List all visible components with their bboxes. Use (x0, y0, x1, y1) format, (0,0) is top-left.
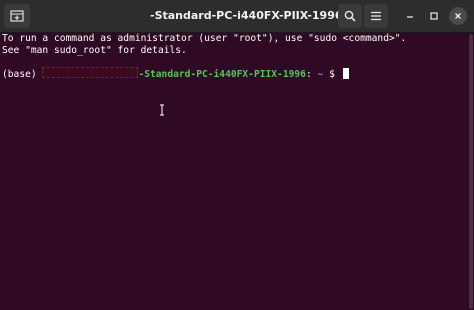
hamburger-menu-icon (371, 11, 381, 21)
text-cursor (342, 68, 349, 79)
text-cursor-icon (160, 104, 164, 116)
prompt-path: ~ (311, 69, 324, 80)
close-icon (455, 13, 461, 19)
terminal-line: See "man sudo_root" for details. (2, 45, 187, 56)
maximize-icon (430, 12, 438, 20)
scrollbar-thumb[interactable] (469, 34, 473, 309)
menu-button[interactable] (364, 4, 388, 28)
conda-env-label: (base) (2, 69, 43, 80)
search-button[interactable] (338, 4, 362, 28)
window-title: -Standard-PC-i440FX-PIIX-1996: ~ (150, 9, 360, 22)
minimize-button[interactable] (398, 4, 422, 28)
prompt-symbol: $ (329, 69, 341, 80)
new-tab-button[interactable] (4, 4, 30, 28)
terminal-line: To run a command as administrator (user … (2, 33, 407, 44)
redacted-username (42, 67, 139, 78)
title-bar[interactable]: -Standard-PC-i440FX-PIIX-1996: ~ (0, 0, 474, 33)
search-icon (344, 10, 356, 22)
new-tab-icon (10, 10, 24, 22)
prompt-hostname: -Standard-PC-i440FX-PIIX-1996 (138, 69, 306, 80)
maximize-button[interactable] (422, 4, 446, 28)
terminal-output[interactable]: To run a command as administrator (user … (0, 33, 468, 310)
shell-prompt: (base) -Standard-PC-i440FX-PIIX-1996: ~ … (2, 67, 349, 81)
minimize-icon (407, 16, 413, 18)
close-button[interactable] (446, 4, 470, 28)
terminal-window: -Standard-PC-i440FX-PIIX-1996: ~ To run … (0, 0, 474, 310)
